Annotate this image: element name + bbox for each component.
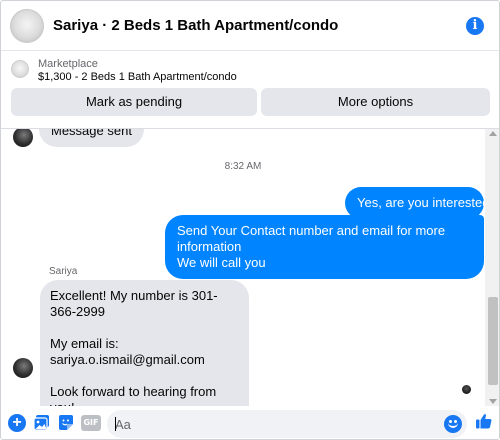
message-input[interactable]	[115, 410, 435, 438]
avatar[interactable]	[13, 129, 33, 147]
chat-window: Sariya · 2 Beds 1 Bath Apartment/condo i…	[0, 0, 500, 440]
scroll-up-arrow-icon[interactable]	[489, 131, 497, 136]
info-icon[interactable]: i	[466, 17, 484, 35]
listing-title[interactable]: $1,300 - 2 Beds 1 Bath Apartment/condo	[38, 71, 237, 83]
plus-icon[interactable]: +	[8, 414, 26, 432]
page-title[interactable]: Sariya · 2 Beds 1 Bath Apartment/condo	[53, 17, 338, 34]
scroll-down-arrow-icon[interactable]	[489, 399, 497, 404]
sender-name: Sariya	[49, 266, 78, 277]
message-bubble-incoming[interactable]: Message sent	[39, 129, 144, 147]
scrollbar-thumb[interactable]	[488, 297, 498, 385]
photo-icon[interactable]	[33, 414, 51, 432]
chat-header: Sariya · 2 Beds 1 Bath Apartment/condo i	[1, 1, 499, 51]
message-bubble-outgoing[interactable]: Send Your Contact number and email for m…	[165, 215, 484, 279]
more-options-button[interactable]: More options	[261, 88, 490, 116]
message-list: Message sent 8:32 AM Yes, are you intere…	[1, 129, 485, 406]
avatar[interactable]	[10, 9, 44, 43]
message-composer: + GIF	[1, 406, 499, 439]
sticker-icon[interactable]	[57, 414, 75, 432]
mark-as-pending-button[interactable]: Mark as pending	[11, 88, 257, 116]
avatar[interactable]	[13, 358, 33, 378]
scrollbar[interactable]	[485, 129, 499, 406]
marketplace-listing: Marketplace $1,300 - 2 Beds 1 Bath Apart…	[1, 51, 499, 129]
listing-thumbnail[interactable]	[11, 60, 29, 78]
seen-indicator-avatar	[462, 385, 471, 394]
message-input-container[interactable]	[107, 410, 467, 438]
text-caret	[115, 417, 116, 431]
like-icon[interactable]	[475, 412, 493, 430]
message-bubble-incoming[interactable]: Excellent! My number is 301-366-2999 My …	[40, 280, 249, 406]
emoji-icon[interactable]	[444, 415, 462, 433]
message-timestamp: 8:32 AM	[224, 161, 262, 172]
marketplace-label: Marketplace	[38, 58, 98, 70]
gif-icon[interactable]: GIF	[81, 415, 101, 431]
